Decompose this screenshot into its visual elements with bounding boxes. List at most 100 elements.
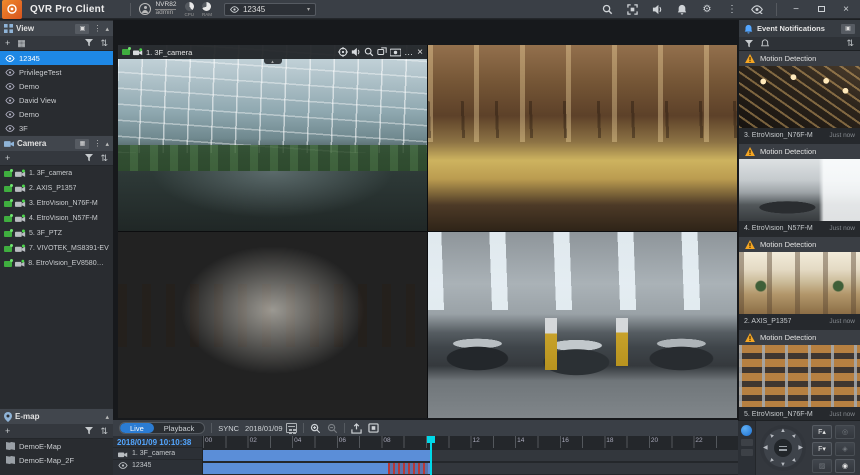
playback-mode-button[interactable]: Playback [154, 423, 204, 433]
ptz-down-right-icon[interactable]: ▲ [790, 456, 798, 464]
view-item[interactable]: PrivilegeTest [0, 65, 113, 79]
focus-near-button[interactable]: F▴ [812, 425, 832, 439]
snapshot-icon[interactable] [377, 47, 387, 57]
auto-tracking-button[interactable]: ◉ [835, 459, 855, 473]
timeline-expand-button[interactable] [741, 425, 752, 436]
emap-sort-icon[interactable]: ⇅ [100, 426, 108, 436]
tile-more-icon[interactable]: … [404, 47, 414, 57]
add-emap-button[interactable]: + [5, 426, 10, 436]
video-tile-3-store[interactable] [118, 232, 427, 418]
view-section-header[interactable]: View ▣ ⋮ ▴ [0, 20, 113, 36]
view-thumbnail-toggle-button[interactable]: ▣ [75, 23, 90, 34]
audio-icon[interactable] [651, 3, 663, 15]
video-tile-1-3f-camera[interactable]: 1. 3F_camera … × ▴ [118, 45, 427, 231]
recording-track-camera[interactable] [203, 449, 738, 461]
ptz-left-icon[interactable]: ◀ [763, 445, 768, 451]
recording-track-view[interactable] [203, 462, 738, 474]
view-more-icon[interactable]: ⋮ [92, 24, 102, 33]
emap-filter-icon[interactable] [85, 427, 94, 435]
emap-item[interactable]: DemoE-Map [0, 439, 113, 453]
emap-section-header[interactable]: E-map ▴ [0, 408, 113, 424]
close-button[interactable]: × [840, 3, 852, 15]
view-layout-button[interactable]: ▦ [17, 38, 26, 48]
server-menu[interactable]: NVR82 admin [139, 1, 177, 16]
event-sort-icon[interactable]: ⇅ [846, 39, 854, 48]
ptz-up-left-icon[interactable]: ▲ [768, 432, 776, 440]
image-adjust-button[interactable]: ▨ [812, 459, 832, 473]
ptz-control-icon[interactable] [338, 47, 349, 57]
view-item[interactable]: Demo [0, 107, 113, 121]
date-picker[interactable]: 2018/01/09 [245, 423, 297, 433]
event-item[interactable]: Motion Detection 4. EtroVision_N57F-M Ju… [739, 144, 860, 235]
camera-item[interactable]: 1. 3F_camera [0, 166, 113, 181]
video-tile-4-garage[interactable] [428, 232, 737, 418]
ptz-up-right-icon[interactable]: ▲ [790, 432, 798, 440]
bookmark-list-icon[interactable] [367, 423, 379, 433]
emap-item[interactable]: DemoE-Map_2F [0, 453, 113, 467]
timeline-ruler[interactable]: 00 02 04 06 08 10 12 14 16 18 20 22 [203, 436, 738, 448]
minimize-button[interactable]: − [790, 3, 802, 15]
tile-close-icon[interactable]: × [417, 47, 423, 58]
view-item[interactable]: David View [0, 93, 113, 107]
tile-audio-icon[interactable] [351, 47, 361, 57]
digital-zoom-icon[interactable] [364, 47, 374, 57]
search-icon[interactable] [601, 3, 613, 15]
camera-item[interactable]: 3. EtroVision_N76F-M [0, 196, 113, 211]
view-item[interactable]: 12345 [0, 51, 113, 65]
add-view-button[interactable]: + [5, 38, 10, 48]
camera-section-header[interactable]: Camera ▦ ⋮ ▴ [0, 135, 113, 151]
view-collapse-icon[interactable]: ▴ [105, 25, 109, 33]
ptz-up-icon[interactable]: ▲ [780, 428, 786, 434]
ptz-down-left-icon[interactable]: ▲ [768, 456, 776, 464]
event-mute-icon[interactable] [761, 39, 769, 48]
alert-bell-icon[interactable] [676, 3, 688, 15]
camera-item[interactable]: 4. EtroVision_N57F-M [0, 211, 113, 226]
add-camera-button[interactable]: + [5, 153, 10, 163]
event-panel-layout-button[interactable]: ▣ [841, 23, 855, 34]
camera-more-icon[interactable]: ⋮ [92, 139, 102, 148]
ptz-zoom-center[interactable] [774, 439, 792, 457]
camera-item[interactable]: 5. 3F_PTZ [0, 226, 113, 241]
camera-thumbnail-toggle-button[interactable]: ▦ [75, 138, 90, 149]
emap-collapse-icon[interactable]: ▴ [105, 413, 109, 421]
camera-item[interactable]: 7. VIVOTEK_MS8391-EV [0, 241, 113, 256]
timeline-zoom-out-icon[interactable] [327, 423, 338, 434]
event-item[interactable]: Motion Detection 3. EtroVision_N76F-M Ju… [739, 51, 860, 142]
view-selector-dropdown[interactable]: 12345 ▾ [223, 2, 316, 16]
event-filter-icon[interactable] [745, 39, 753, 48]
view-item[interactable]: Demo [0, 79, 113, 93]
settings-gear-icon[interactable]: ⚙ [701, 3, 713, 15]
restore-button[interactable] [815, 3, 827, 15]
view-filter-icon[interactable] [85, 39, 94, 47]
camera-item[interactable]: 2. AXIS_P1357 [0, 181, 113, 196]
view-sort-icon[interactable]: ⇅ [100, 38, 108, 48]
timeline-track[interactable]: 00 02 04 06 08 10 12 14 16 18 20 22 [203, 436, 738, 475]
more-menu-icon[interactable]: ⋮ [726, 3, 738, 15]
event-item[interactable]: Motion Detection 2. AXIS_P1357 Just now [739, 237, 860, 328]
timeline-row-label-camera[interactable]: 1. 3F_camera [113, 447, 202, 459]
hide-panels-icon[interactable] [751, 3, 763, 15]
focus-far-button[interactable]: F▾ [812, 442, 832, 456]
cpu-gauge[interactable]: CPU [184, 1, 194, 17]
camera-collapse-icon[interactable]: ▴ [105, 140, 109, 148]
playhead[interactable] [426, 436, 435, 475]
ptz-right-icon[interactable]: ▶ [798, 445, 803, 451]
preset-button[interactable]: ◎ [835, 425, 855, 439]
patrol-button[interactable]: ◈ [835, 442, 855, 456]
camera-sort-icon[interactable]: ⇅ [100, 153, 108, 163]
timeline-zoom-in-icon[interactable] [310, 423, 321, 434]
camera-item[interactable]: 8. EtroVision_EV8580Q-MD [0, 256, 113, 271]
record-clip-icon[interactable] [390, 48, 402, 57]
ram-gauge[interactable]: RAM [202, 1, 212, 17]
video-tile-2-restaurant[interactable] [428, 45, 737, 231]
tile-toolbar-handle[interactable]: ▴ [263, 59, 282, 64]
ptz-down-icon[interactable]: ▼ [780, 462, 786, 468]
fullscreen-icon[interactable] [626, 3, 638, 15]
live-mode-button[interactable]: Live [120, 423, 154, 433]
view-item[interactable]: 3F [0, 121, 113, 135]
camera-filter-icon[interactable] [85, 154, 94, 162]
timeline-row-label-view[interactable]: 12345 [113, 459, 202, 471]
sync-toggle-button[interactable]: SYNC [218, 424, 239, 433]
event-item[interactable]: Motion Detection 5. EtroVision_N76F-M Ju… [739, 330, 860, 420]
ptz-direction-pad[interactable]: ▲ ▼ ◀ ▶ ▲ ▲ ▲ ▲ [760, 425, 806, 471]
